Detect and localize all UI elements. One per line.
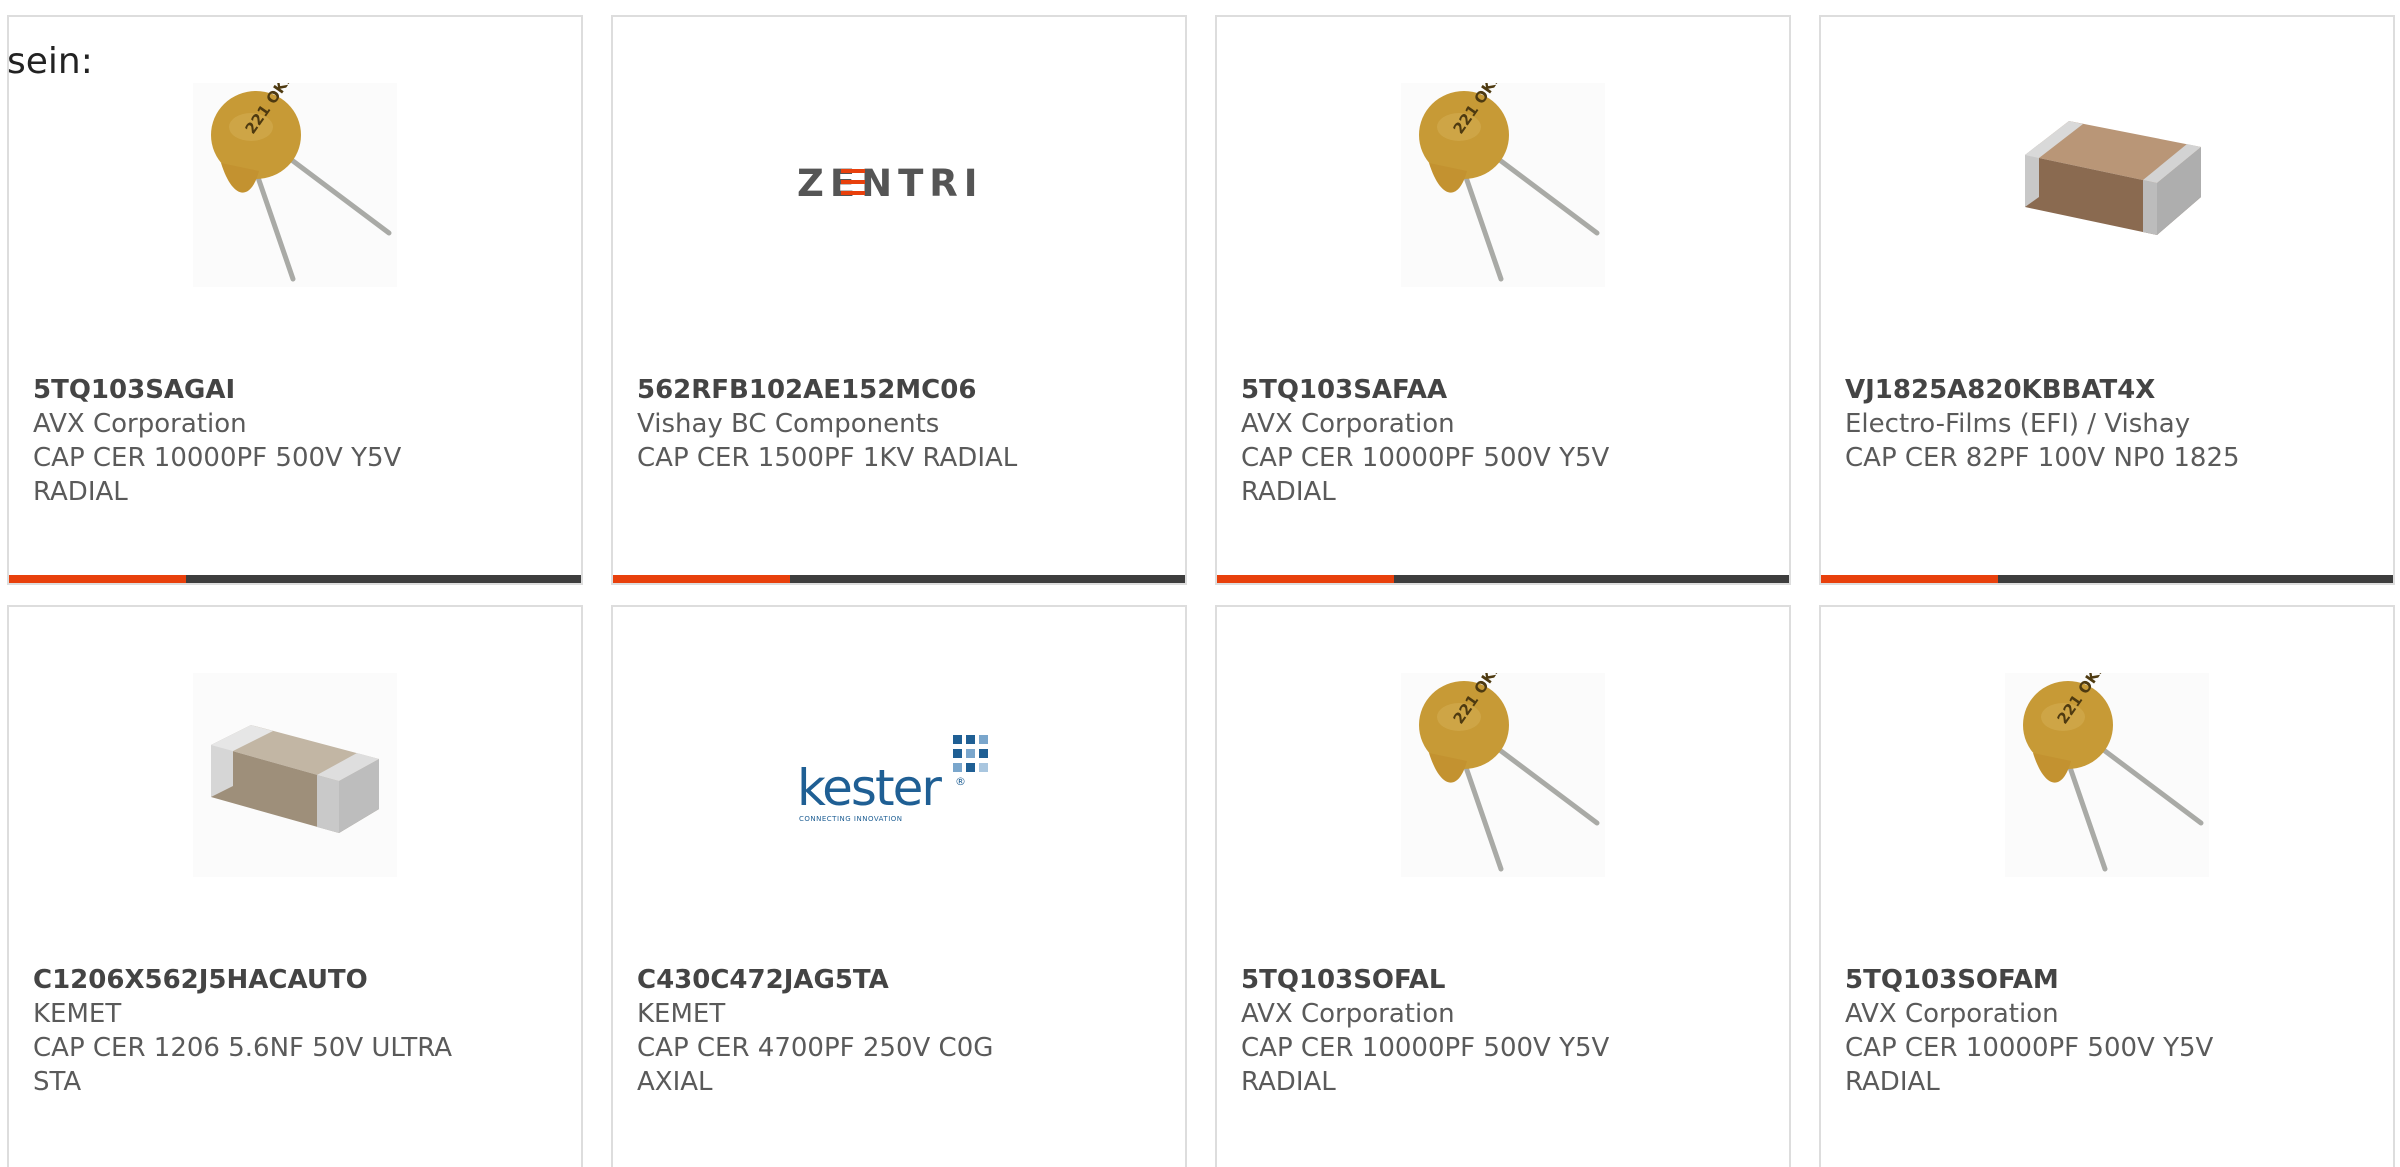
part-number[interactable]: C430C472JAG5TA	[637, 963, 1057, 997]
card-progress-fill	[613, 575, 791, 583]
manufacturer: AVX Corporation	[33, 409, 247, 439]
manufacturer: KEMET	[637, 999, 726, 1029]
svg-text:kester: kester	[797, 759, 942, 817]
prefix-text: sein:	[7, 41, 93, 82]
product-card[interactable]: 221 OKM 5TQ103SOFAM AVX Corporation CAP …	[1819, 605, 2395, 1167]
radial-ceramic-capacitor-icon: 221 OKM	[1401, 673, 1605, 877]
manufacturer: Vishay BC Components	[637, 409, 940, 439]
manufacturer: AVX Corporation	[1845, 999, 2059, 1029]
product-card[interactable]: 221 OKM 5TQ103SOFAL AVX Corporation CAP …	[1215, 605, 1791, 1167]
product-grid-page: sein: 221 OKM 5TQ103SAGAI AVX Corporatio…	[0, 0, 2400, 1167]
description: CAP CER 1500PF 1KV RADIAL	[637, 443, 1018, 473]
product-card[interactable]: VJ1825A820KBBAT4X Electro-Films (EFI) / …	[1819, 15, 2395, 585]
description: CAP CER 82PF 100V NP0 1825	[1845, 443, 2240, 473]
part-number[interactable]: C1206X562J5HACAUTO	[33, 963, 453, 997]
svg-text:CONNECTING INNOVATION: CONNECTING INNOVATION	[799, 815, 903, 823]
manufacturer: AVX Corporation	[1241, 999, 1455, 1029]
product-info: C430C472JAG5TA KEMET CAP CER 4700PF 250V…	[637, 963, 1057, 1099]
manufacturer: AVX Corporation	[1241, 409, 1455, 439]
description: CAP CER 10000PF 500V Y5V RADIAL	[1241, 443, 1610, 507]
product-info: 5TQ103SOFAM AVX Corporation CAP CER 1000…	[1845, 963, 2265, 1099]
description: CAP CER 10000PF 500V Y5V RADIAL	[1845, 1033, 2214, 1097]
description: CAP CER 4700PF 250V C0G AXIAL	[637, 1033, 994, 1097]
part-number[interactable]: 5TQ103SOFAL	[1241, 963, 1661, 997]
description: CAP CER 1206 5.6NF 50V ULTRA STA	[33, 1033, 452, 1097]
zentri-logo: ZENTRI	[797, 83, 1001, 287]
part-number[interactable]: VJ1825A820KBBAT4X	[1845, 373, 2265, 407]
card-progress-fill	[1217, 575, 1395, 583]
radial-ceramic-capacitor-icon: 221 OKM	[2005, 673, 2209, 877]
radial-ceramic-capacitor-icon: 221 OKM	[1401, 83, 1605, 287]
product-info: 5TQ103SOFAL AVX Corporation CAP CER 1000…	[1241, 963, 1661, 1099]
product-info: 5TQ103SAFAA AVX Corporation CAP CER 1000…	[1241, 373, 1661, 509]
smd-chip-capacitor-icon	[2005, 83, 2209, 287]
card-progress-bar	[1217, 575, 1789, 583]
card-progress-bar	[613, 575, 1185, 583]
kester-logo: kester ® CONNECTING INNOVATION	[797, 673, 1001, 877]
card-progress-bar	[1821, 575, 2393, 583]
svg-text:ZENTRI: ZENTRI	[797, 162, 984, 205]
part-number[interactable]: 5TQ103SAGAI	[33, 373, 453, 407]
card-progress-fill	[1821, 575, 1999, 583]
smd-chip-capacitor-small-icon	[193, 673, 397, 877]
product-card[interactable]: C1206X562J5HACAUTO KEMET CAP CER 1206 5.…	[7, 605, 583, 1167]
product-info: VJ1825A820KBBAT4X Electro-Films (EFI) / …	[1845, 373, 2265, 475]
svg-text:®: ®	[955, 775, 966, 788]
card-progress-bar	[9, 575, 581, 583]
product-info: C1206X562J5HACAUTO KEMET CAP CER 1206 5.…	[33, 963, 453, 1099]
manufacturer: KEMET	[33, 999, 122, 1029]
card-progress-fill	[9, 575, 187, 583]
part-number[interactable]: 562RFB102AE152MC06	[637, 373, 1057, 407]
product-card[interactable]: 221 OKM 5TQ103SAGAI AVX Corporation CAP …	[7, 15, 583, 585]
description: CAP CER 10000PF 500V Y5V RADIAL	[33, 443, 402, 507]
description: CAP CER 10000PF 500V Y5V RADIAL	[1241, 1033, 1610, 1097]
radial-ceramic-capacitor-icon: 221 OKM	[193, 83, 397, 287]
part-number[interactable]: 5TQ103SOFAM	[1845, 963, 2265, 997]
manufacturer: Electro-Films (EFI) / Vishay	[1845, 409, 2191, 439]
product-info: 562RFB102AE152MC06 Vishay BC Components …	[637, 373, 1057, 475]
part-number[interactable]: 5TQ103SAFAA	[1241, 373, 1661, 407]
product-card[interactable]: kester ® CONNECTING INNOVATION C430C472J…	[611, 605, 1187, 1167]
product-card[interactable]: ZENTRI 562RFB102AE152MC06 Vishay BC Comp…	[611, 15, 1187, 585]
product-card[interactable]: 221 OKM 5TQ103SAFAA AVX Corporation CAP …	[1215, 15, 1791, 585]
product-info: 5TQ103SAGAI AVX Corporation CAP CER 1000…	[33, 373, 453, 509]
